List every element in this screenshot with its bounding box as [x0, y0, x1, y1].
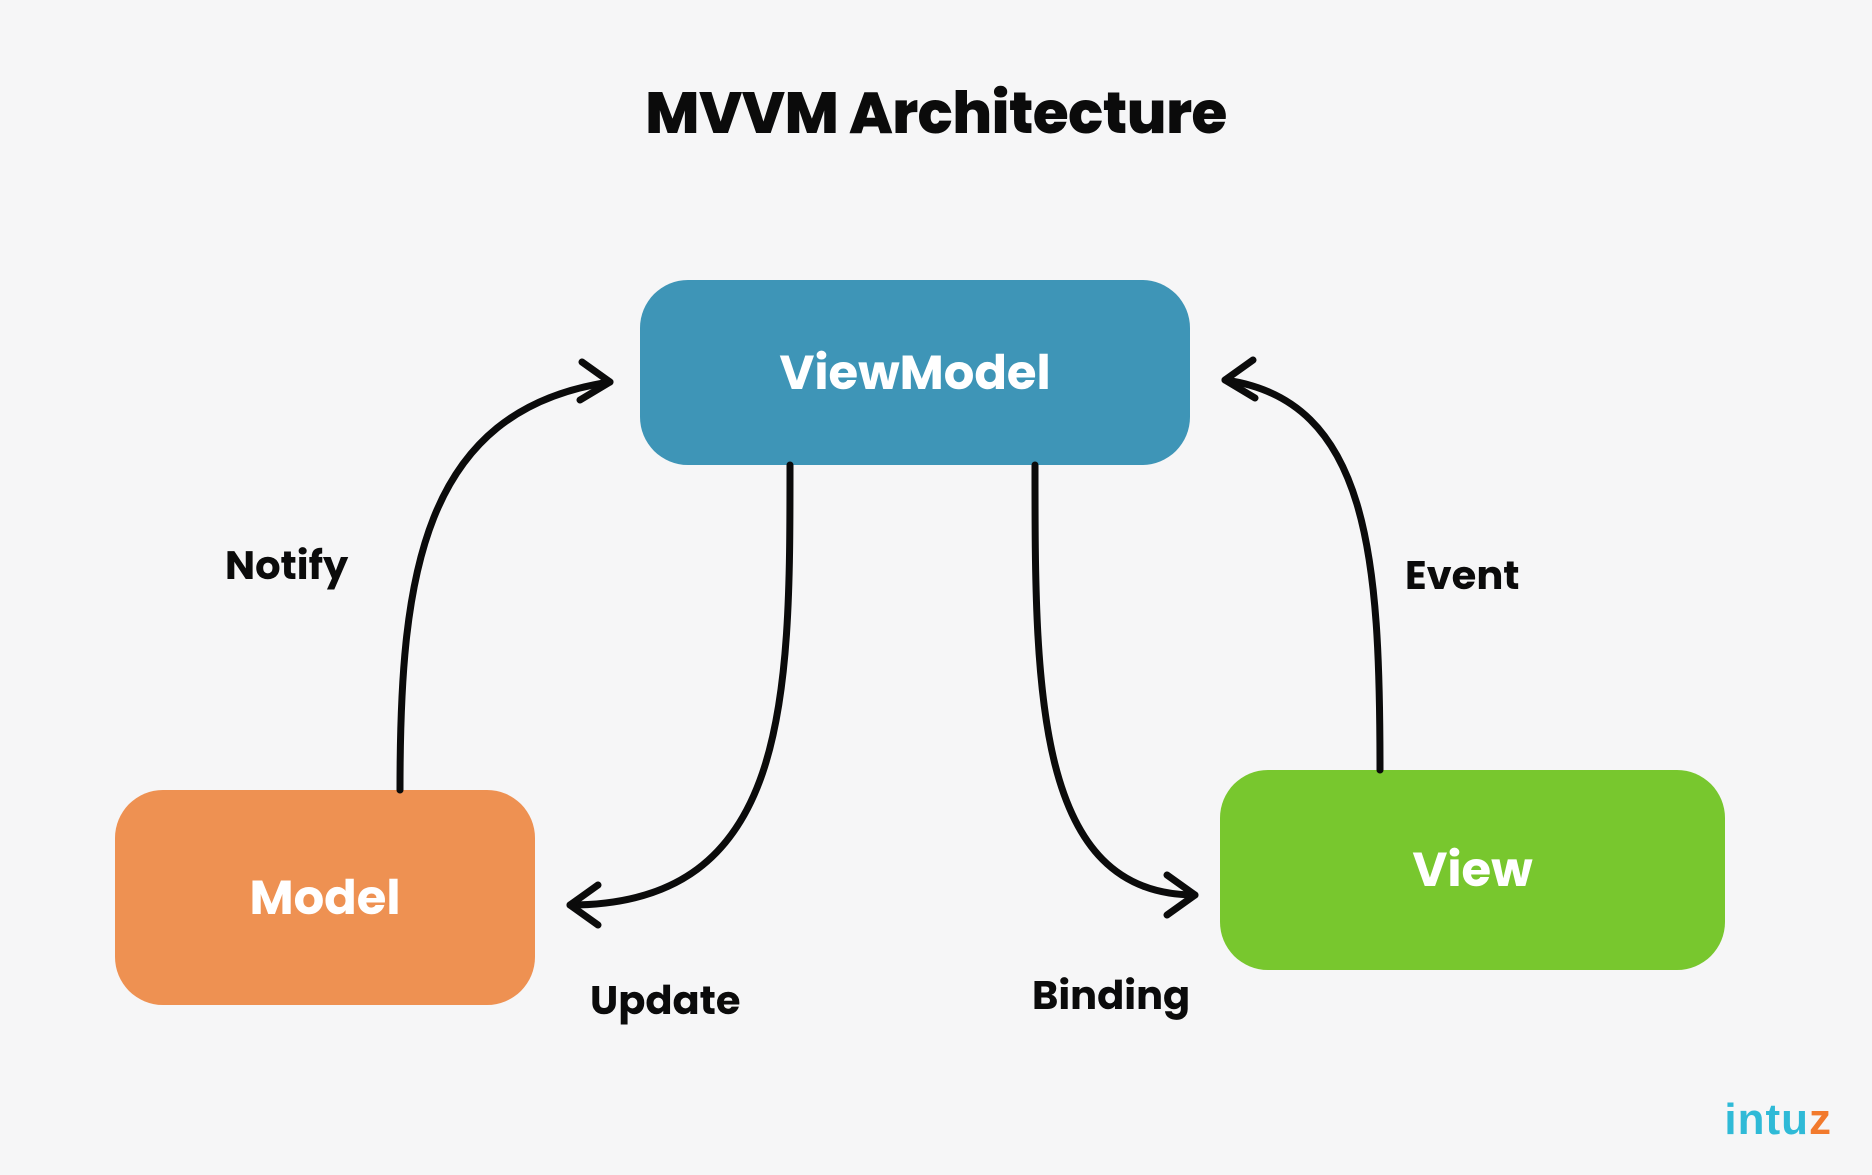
brand-logo: InTUZ	[1724, 1095, 1832, 1145]
node-model-label: Model	[250, 862, 401, 934]
arrow-binding	[1035, 465, 1195, 895]
brand-logo-part1: InTU	[1724, 1095, 1809, 1144]
arrowhead-binding	[1167, 875, 1195, 915]
node-model: Model	[115, 790, 535, 1005]
arrowhead-event	[1225, 360, 1255, 398]
label-event: Event	[1405, 545, 1520, 605]
label-update: Update	[590, 970, 741, 1030]
node-view-label: View	[1412, 834, 1532, 906]
node-viewmodel: ViewModel	[640, 280, 1190, 465]
brand-logo-part2: Z	[1809, 1095, 1832, 1144]
node-view: View	[1220, 770, 1725, 970]
node-viewmodel-label: ViewModel	[779, 337, 1050, 409]
diagram-title: MVVM Architecture	[0, 70, 1872, 157]
label-binding: Binding	[1032, 965, 1190, 1025]
arrow-notify	[400, 382, 610, 790]
arrowhead-notify	[580, 362, 610, 400]
arrow-event	[1225, 380, 1380, 770]
arrowhead-update	[570, 885, 598, 925]
label-notify: Notify	[225, 535, 348, 595]
arrow-update	[570, 465, 790, 905]
